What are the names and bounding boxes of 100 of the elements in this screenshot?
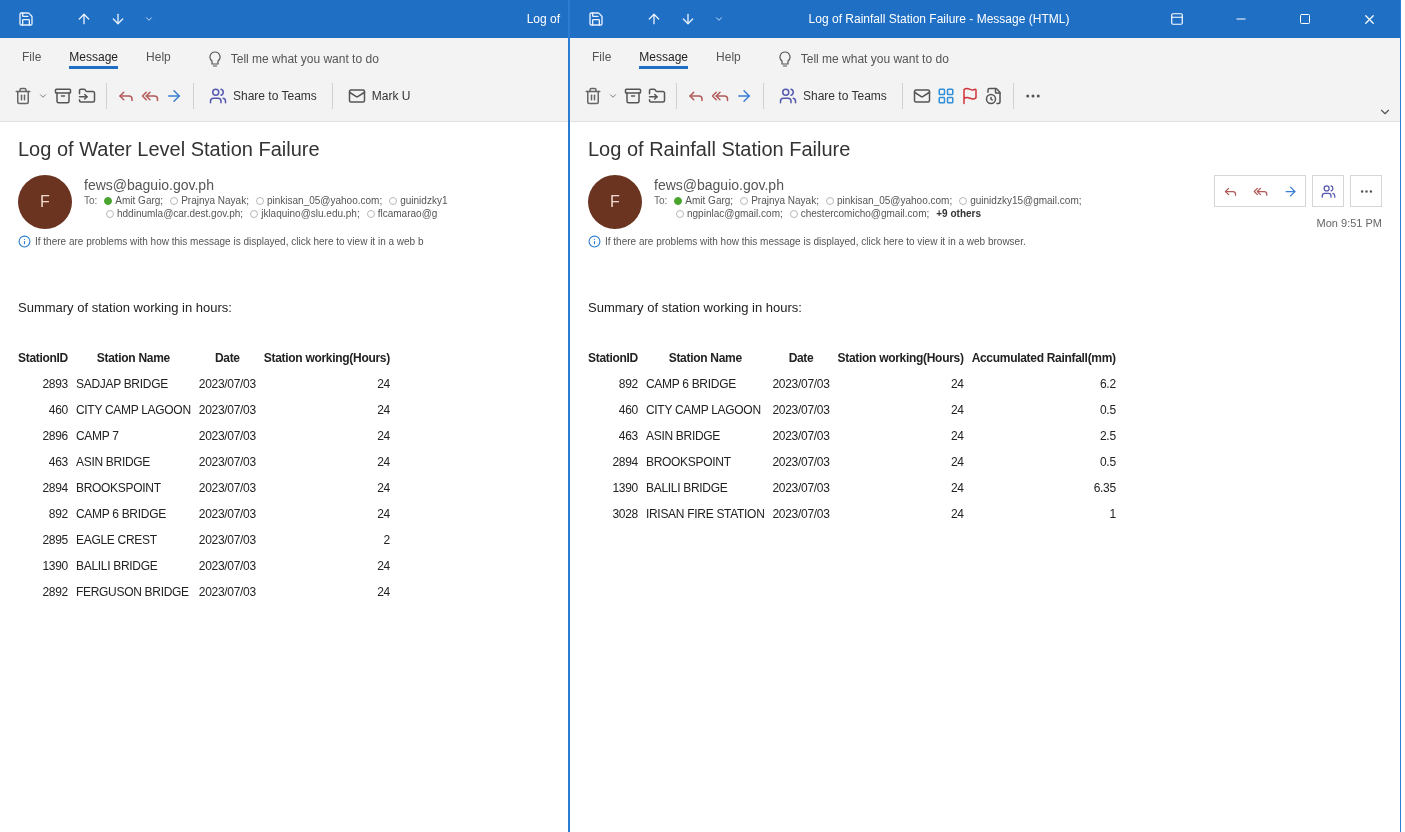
table-cell-text: 2023/07/03 [197,480,257,497]
table-cell-text: 6.35 [1092,480,1117,497]
caret-icon[interactable] [608,91,618,101]
info-bar-text[interactable]: If there are problems with how this message is displayed, click here to view it in a web b [35,236,424,247]
table-cell-text: 2.5 [1099,428,1117,445]
recipient-name[interactable]: ngpinlac@gmail.com; [687,208,783,219]
maximize-icon[interactable] [1299,13,1311,25]
avatar: F [588,175,642,229]
recipient-name[interactable]: jklaquino@slu.edu.ph; [261,208,360,219]
table-cell-text: 2892 [41,584,69,601]
envelope-icon[interactable] [912,87,931,105]
column-header: Accumulated Rainfall(mm) [970,350,1117,367]
column-header: StationID [587,350,639,367]
ribbon-display-icon[interactable] [1170,12,1184,26]
sender-address: fews@baguio.gov.ph [84,177,215,193]
people-icon[interactable] [1320,183,1336,199]
table-cell-text: 1 [1108,506,1117,523]
table-cell-text: 2893 [41,376,69,393]
info-bar-text[interactable]: If there are problems with how this message is displayed, click here to view it in a web browser. [605,236,1026,247]
column-header: Date [213,350,241,367]
customize-caret-icon[interactable] [714,14,724,24]
forward-icon[interactable] [165,87,183,105]
table-cell-text: 2896 [41,428,69,445]
avatar: F [18,175,72,229]
trash-icon[interactable] [14,87,32,105]
menu-tab[interactable]: Help [716,48,741,69]
save-icon[interactable] [18,11,34,27]
tell-me-search[interactable]: Tell me what you want to do [230,51,379,66]
up-arrow-icon[interactable] [646,11,662,27]
customize-caret-icon[interactable] [144,14,154,24]
menu-tab[interactable]: File [22,48,42,69]
table-cell-text: IRISAN FIRE STATION [644,506,766,523]
recipient-name[interactable]: chestercomicho@gmail.com; [800,208,930,219]
table-cell-text: 24 [376,558,391,575]
recipient-name[interactable]: guinidzky1 [400,195,448,206]
menu-tab[interactable]: Message [69,48,119,69]
table-cell-text: CAMP 6 BRIDGE [74,506,167,523]
people-icon[interactable] [779,87,797,105]
table-cell-text: 2023/07/03 [771,402,831,419]
table-cell-text: 2894 [611,454,639,471]
lightbulb-icon[interactable] [208,50,221,67]
table-cell-text: 24 [949,506,965,523]
forward-icon[interactable] [1282,183,1298,199]
teams-button[interactable]: Share to Teams [204,84,322,108]
mail-button[interactable]: Mark U [342,84,416,108]
table-cell-text: 2023/07/03 [771,480,831,497]
table-cell-text: 2023/07/03 [197,402,257,419]
table-cell-text: 24 [376,584,391,601]
recipient-name[interactable]: Amit Garg; [685,195,734,206]
archive-icon[interactable] [624,87,642,105]
table-cell-text: 892 [617,376,639,393]
column-header: StationID [17,350,69,367]
recipient-name[interactable]: pinkisan_05@yahoo.com; [266,195,383,206]
message-subject: Log of Water Level Station Failure [18,138,321,161]
to-label: To: [84,195,98,206]
down-arrow-icon[interactable] [680,11,696,27]
recipient-name[interactable]: Prajnya Nayak; [181,195,249,206]
menu-tab[interactable]: Message [639,48,689,69]
trash-icon[interactable] [584,87,602,105]
more-recipients-link[interactable]: +9 others [936,208,982,219]
table-cell-text: 24 [376,428,391,445]
archive-icon[interactable] [54,87,72,105]
sender-address: fews@baguio.gov.ph [654,177,785,193]
table-cell-text: 2023/07/03 [197,532,257,549]
table-cell-text: 24 [949,454,965,471]
recipient-name[interactable]: Amit Garg; [115,195,164,206]
column-header: Station working(Hours) [836,350,965,367]
table-cell-text: 24 [376,402,391,419]
table-cell-text: 1390 [611,480,639,497]
table-cell-text: 463 [47,454,69,471]
table-cell-text: 3028 [611,506,639,523]
recipient-name[interactable]: flcamarao@g [377,208,438,219]
table-cell-text: 2023/07/03 [771,428,831,445]
summary-text: Summary of station working in hours: [18,300,233,315]
teams-button[interactable]: Share to Teams [774,84,892,108]
caret-icon[interactable] [38,91,48,101]
recipient-name[interactable]: Prajnya Nayak; [751,195,819,206]
save-icon[interactable] [588,11,604,27]
menu-tab[interactable]: File [592,48,612,69]
table-cell-text: 2023/07/03 [197,584,257,601]
people-icon[interactable] [209,87,227,105]
table-cell-text: 1390 [41,558,69,575]
recipient-name[interactable]: pinkisan_05@yahoo.com; [836,195,953,206]
table-cell-text: 24 [376,506,391,523]
folder-icon[interactable] [648,87,666,105]
tell-me-search[interactable]: Tell me what you want to do [800,51,949,66]
table-cell-text: BALILI BRIDGE [644,480,729,497]
table-cell-text: 2023/07/03 [197,428,257,445]
lightbulb-icon[interactable] [778,50,791,67]
flag-icon[interactable] [960,87,979,105]
document-clock-icon[interactable] [984,87,1003,105]
forward-icon[interactable] [735,87,753,105]
grid-icon[interactable] [936,87,955,105]
table-cell-text: 2894 [41,480,69,497]
recipient-name[interactable]: hddinumla@car.dest.gov.ph; [117,208,244,219]
recipient-name[interactable]: guinidzky15@gmail.com; [970,195,1082,206]
envelope-icon[interactable] [347,87,366,105]
folder-icon[interactable] [78,87,96,105]
info-icon [18,235,31,248]
menu-tab[interactable]: Help [146,48,171,69]
